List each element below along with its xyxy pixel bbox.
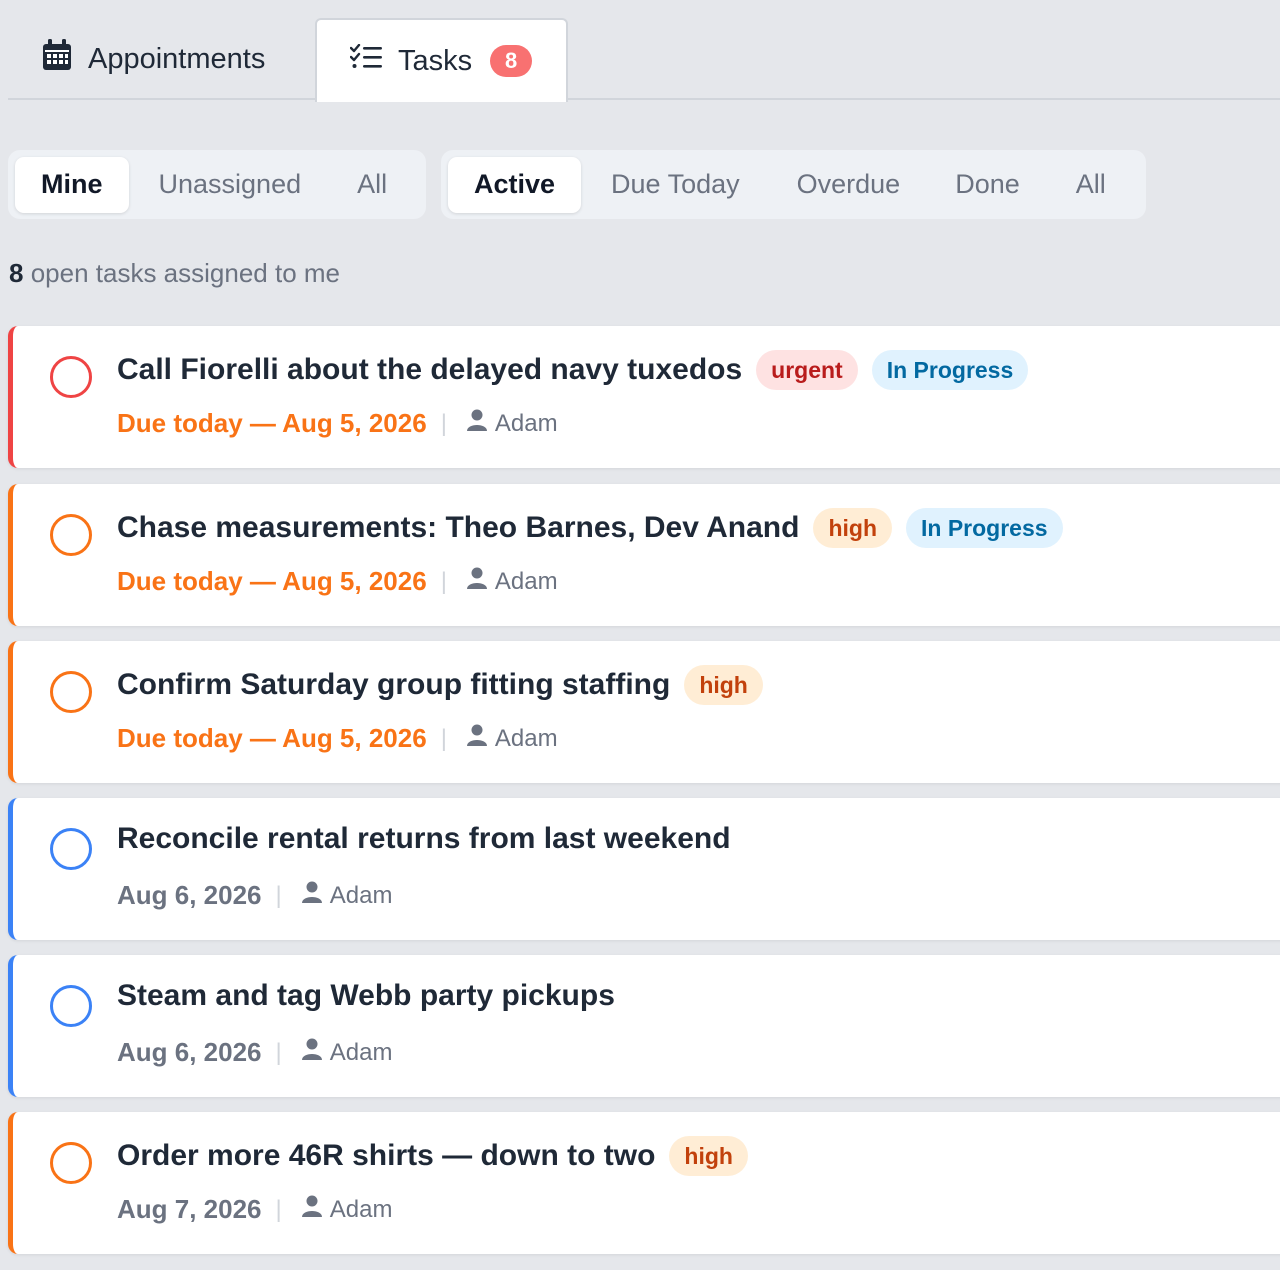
complete-checkbox[interactable] — [50, 671, 92, 713]
task-item[interactable]: Order more 46R shirts — down to two high… — [8, 1112, 1280, 1254]
meta-divider: | — [275, 1038, 282, 1066]
task-meta: Aug 6, 2026 | Adam — [117, 880, 392, 911]
view-tabs: Appointments Tasks 8 — [8, 0, 1280, 102]
complete-checkbox[interactable] — [50, 356, 92, 398]
assignee-name: Adam — [329, 1195, 393, 1223]
task-meta: Aug 6, 2026 | Adam — [117, 1037, 392, 1068]
status-badge: In Progress — [906, 508, 1063, 548]
filter-active[interactable]: Active — [448, 156, 582, 213]
owner-filter: Mine Unassigned All — [8, 150, 426, 219]
tab-tasks[interactable]: Tasks 8 — [315, 18, 568, 102]
assignee-name: Adam — [494, 724, 558, 752]
user-icon — [301, 1038, 322, 1067]
task-summary: 8 open tasks assigned to me — [9, 258, 340, 289]
task-title[interactable]: Confirm Saturday group fitting staffing — [117, 668, 670, 702]
task-item[interactable]: Confirm Saturday group fitting staffing … — [8, 641, 1280, 783]
meta-divider: | — [275, 881, 282, 909]
task-item[interactable]: Steam and tag Webb party pickups Aug 6, … — [8, 955, 1280, 1097]
filter-unassigned[interactable]: Unassigned — [129, 157, 332, 213]
assignee: Adam — [301, 1195, 393, 1224]
filter-mine[interactable]: Mine — [15, 156, 129, 213]
meta-divider: | — [440, 409, 447, 437]
assignee-name: Adam — [329, 881, 393, 909]
task-meta: Aug 7, 2026 | Adam — [117, 1194, 392, 1225]
tab-appointments-label: Appointments — [88, 42, 266, 75]
complete-checkbox[interactable] — [50, 1142, 92, 1184]
task-item[interactable]: Chase measurements: Theo Barnes, Dev Ana… — [8, 484, 1280, 626]
filter-owner-all[interactable]: All — [331, 157, 413, 213]
assignee-name: Adam — [494, 409, 558, 437]
assignee-name: Adam — [329, 1038, 393, 1066]
task-summary-text: open tasks assigned to me — [30, 258, 340, 288]
tab-tasks-label: Tasks — [398, 44, 473, 77]
due-date: Due today — Aug 5, 2026 — [117, 723, 427, 753]
meta-divider: | — [440, 724, 447, 752]
filter-status-all[interactable]: All — [1048, 157, 1134, 213]
task-title[interactable]: Chase measurements: Theo Barnes, Dev Ana… — [117, 511, 799, 545]
task-title[interactable]: Steam and tag Webb party pickups — [117, 979, 615, 1013]
task-title[interactable]: Order more 46R shirts — down to two — [117, 1139, 655, 1173]
task-title[interactable]: Call Fiorelli about the delayed navy tux… — [117, 353, 742, 387]
filter-due-today[interactable]: Due Today — [581, 157, 770, 213]
tasks-count-badge: 8 — [490, 45, 533, 77]
assignee: Adam — [466, 409, 558, 438]
status-filter: Active Due Today Overdue Done All — [441, 150, 1146, 219]
task-header: Call Fiorelli about the delayed navy tux… — [117, 350, 1029, 390]
assignee: Adam — [466, 724, 558, 753]
filter-done[interactable]: Done — [927, 157, 1048, 213]
priority-badge: high — [669, 1136, 748, 1176]
user-icon — [301, 881, 322, 910]
due-date: Aug 6, 2026 — [117, 880, 262, 910]
due-date: Due today — Aug 5, 2026 — [117, 408, 427, 438]
meta-divider: | — [440, 567, 447, 595]
filter-overdue[interactable]: Overdue — [770, 157, 928, 213]
due-date: Due today — Aug 5, 2026 — [117, 566, 427, 596]
meta-divider: | — [275, 1195, 282, 1223]
calendar-icon — [42, 39, 72, 79]
assignee-name: Adam — [494, 567, 558, 595]
task-header: Order more 46R shirts — down to two high — [117, 1136, 748, 1176]
assignee: Adam — [466, 567, 558, 596]
task-meta: Due today — Aug 5, 2026 | Adam — [117, 566, 558, 597]
assignee: Adam — [301, 881, 393, 910]
task-item[interactable]: Call Fiorelli about the delayed navy tux… — [8, 326, 1280, 468]
user-icon — [466, 409, 487, 438]
due-date: Aug 6, 2026 — [117, 1037, 262, 1067]
priority-badge: high — [813, 508, 892, 548]
task-title[interactable]: Reconcile rental returns from last weeke… — [117, 822, 731, 856]
status-badge: In Progress — [871, 350, 1029, 390]
priority-badge: urgent — [756, 350, 858, 390]
task-summary-count: 8 — [9, 258, 24, 288]
user-icon — [466, 567, 487, 596]
assignee: Adam — [301, 1038, 393, 1067]
task-meta: Due today — Aug 5, 2026 | Adam — [117, 723, 558, 754]
tab-appointments[interactable]: Appointments — [42, 18, 265, 100]
complete-checkbox[interactable] — [50, 828, 92, 870]
task-meta: Due today — Aug 5, 2026 | Adam — [117, 408, 558, 439]
user-icon — [466, 724, 487, 753]
complete-checkbox[interactable] — [50, 514, 92, 556]
task-list-icon — [349, 43, 382, 78]
task-header: Confirm Saturday group fitting staffing … — [117, 665, 763, 705]
complete-checkbox[interactable] — [50, 985, 92, 1027]
due-date: Aug 7, 2026 — [117, 1194, 262, 1224]
task-header: Reconcile rental returns from last weeke… — [117, 822, 731, 856]
task-item[interactable]: Reconcile rental returns from last weeke… — [8, 798, 1280, 940]
task-header: Chase measurements: Theo Barnes, Dev Ana… — [117, 508, 1063, 548]
priority-badge: high — [684, 665, 763, 705]
task-header: Steam and tag Webb party pickups — [117, 979, 615, 1013]
user-icon — [301, 1195, 322, 1224]
